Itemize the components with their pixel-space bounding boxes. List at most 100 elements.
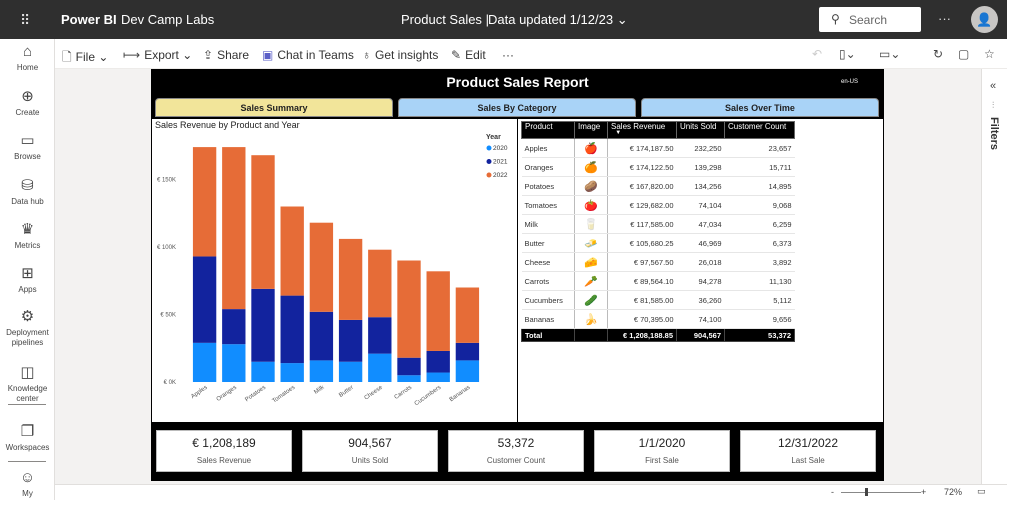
command-bar: 🗋 File ⌄ ⟼ Export ⌄ ⇪ Share ▣ Chat in Teams … (55, 39, 1007, 69)
potatoes-icon: 🥔 (574, 176, 608, 196)
workspace-name[interactable]: Dev Camp Labs (121, 12, 214, 27)
refresh-icon[interactable]: ↻ (933, 47, 943, 61)
nav-item-create[interactable]: ⊕ Create (0, 88, 55, 118)
units-cell: 26,018 (676, 252, 725, 272)
kpi-value: 1/1/2020 (638, 436, 686, 450)
product-table-panel: Product Image Sales Revenue ▼ Units Sold Cust… (518, 119, 883, 422)
customers-cell: 9,656 (724, 309, 795, 329)
kpi-card-first-sale[interactable]: 1/1/2020 First Sale (594, 430, 730, 472)
column-header-product[interactable]: Product (521, 121, 575, 139)
report-title[interactable]: Product Sales | (401, 12, 489, 27)
favorite-star-icon[interactable]: ☆ (984, 47, 995, 61)
lightbulb-icon: ♁ (362, 48, 371, 62)
table-row[interactable]: Milk 🥛 € 117,585.00 47,034 6,259 (521, 214, 795, 234)
tomatoes-icon: 🍅 (574, 195, 608, 215)
tab-sales-summary[interactable]: Sales Summary (155, 98, 393, 117)
bar-potatoes-2020 (251, 361, 275, 382)
sort-desc-icon[interactable]: ▼ (615, 130, 621, 136)
table-row[interactable]: Cucumbers 🥒 € 81,585.00 36,260 5,112 (521, 290, 795, 310)
revenue-chart[interactable]: Sales Revenue by Product and Year € 0K € … (152, 119, 517, 422)
product-table[interactable]: Product Image Sales Revenue ▼ Units Sold Cust… (521, 121, 795, 342)
product-cell: Oranges (521, 157, 575, 177)
nav-item-apps[interactable]: ⊞ Apps (0, 265, 55, 295)
chevrons-left-icon[interactable]: « (990, 80, 996, 92)
column-header-customer-count[interactable]: Customer Count (724, 121, 795, 139)
kpi-card-sales-revenue[interactable]: € 1,208,189 Sales Revenue (156, 430, 292, 472)
edit-button[interactable]: ✎ Edit (451, 48, 486, 62)
kpi-card-last-sale[interactable]: 12/31/2022 Last Sale (740, 430, 876, 472)
search-box[interactable]: ⚲ Search (819, 7, 921, 32)
kpi-value: 12/31/2022 (777, 436, 839, 450)
bookmark-icon[interactable]: ▯⌄ (839, 47, 856, 61)
nav-label: Workspaces (5, 443, 50, 452)
zoom-out-button[interactable]: - (831, 487, 834, 497)
table-row[interactable]: Bananas 🍌 € 70,395.00 74,100 9,656 (521, 309, 795, 329)
teams-icon: ▣ (262, 48, 274, 62)
report-header: Product Sales Report (446, 74, 589, 90)
table-row[interactable]: Apples 🍎 € 174,187.50 232,250 23,657 (521, 138, 795, 158)
zoom-in-button[interactable]: + (921, 487, 926, 497)
table-row[interactable]: Butter 🧈 € 105,680.25 46,969 6,373 (521, 233, 795, 253)
units-cell: 232,250 (676, 138, 725, 158)
get-insights-button[interactable]: ♁ Get insights (362, 48, 438, 62)
product-cell: Bananas (521, 309, 575, 329)
nav-item-deployment-pipelines[interactable]: ⚙ Deployment pipelines (0, 308, 55, 348)
column-header-sales-revenue[interactable]: Sales Revenue ▼ (607, 121, 677, 139)
nav-label: Home (16, 63, 39, 72)
nav-label: Create (15, 108, 40, 117)
table-row[interactable]: Cheese 🧀 € 97,567.50 26,018 3,892 (521, 252, 795, 272)
right-edge (1007, 0, 1030, 511)
table-row[interactable]: Oranges 🍊 € 174,122.50 139,298 15,711 (521, 157, 795, 177)
chevron-down-icon: ⌄ (98, 50, 109, 64)
zoom-slider[interactable] (841, 492, 921, 493)
x-tick-label: Carrots (394, 385, 414, 401)
browse-icon: ▭ (20, 132, 35, 149)
revenue-cell: € 174,122.50 (607, 157, 677, 177)
nav-item-data-hub[interactable]: ⛁ Data hub (0, 177, 55, 207)
x-tick-label: Butter (338, 385, 355, 399)
nav-item-browse[interactable]: ▭ Browse (0, 132, 55, 162)
filters-pane[interactable]: « ⫶ Filters (981, 69, 1007, 484)
nav-label: Deployment pipelines (6, 328, 49, 347)
x-tick-label: Cheese (364, 384, 385, 401)
comment-icon[interactable]: ▢ (958, 47, 969, 61)
units-cell: 46,969 (676, 233, 725, 253)
table-row[interactable]: Potatoes 🥔 € 167,820.00 134,256 14,895 (521, 176, 795, 196)
file-menu[interactable]: 🗋 File ⌄ (62, 48, 108, 69)
nav-item-metrics[interactable]: ♛ Metrics (0, 221, 55, 251)
person-icon[interactable]: 👤 (971, 6, 998, 33)
table-row[interactable]: Carrots 🥕 € 89,564.10 94,278 11,130 (521, 271, 795, 291)
data-updated-dropdown[interactable]: Data updated 1/12/23 ⌄ (488, 12, 628, 28)
kpi-card-units-sold[interactable]: 904,567 Units Sold (302, 430, 438, 472)
chat-in-teams-button[interactable]: ▣ Chat in Teams (262, 48, 354, 62)
nav-item-my[interactable]: ☺ My (0, 469, 55, 499)
product-cell: Apples (521, 138, 575, 158)
bar-apples-2020 (192, 342, 217, 382)
customers-cell: 3,892 (724, 252, 795, 272)
butter-icon: 🧈 (574, 233, 608, 253)
tab-sales-over-time[interactable]: Sales Over Time (641, 98, 879, 117)
more-commands-icon[interactable]: ··· (502, 48, 514, 62)
zoom-slider-thumb[interactable] (865, 488, 868, 496)
more-options-icon[interactable]: ··· (938, 11, 951, 26)
brand-name[interactable]: Power BI (61, 12, 117, 27)
nav-item-workspaces[interactable]: ❐ Workspaces (0, 423, 55, 453)
column-header-image[interactable]: Image (574, 121, 608, 139)
table-row[interactable]: Tomatoes 🍅 € 129,682.00 74,104 9,068 (521, 195, 795, 215)
tab-sales-by-category[interactable]: Sales By Category (398, 98, 636, 117)
fit-to-page-icon[interactable]: ▭ (977, 486, 986, 497)
export-icon: ⟼ (123, 48, 141, 62)
column-header-units-sold[interactable]: Units Sold (676, 121, 725, 139)
y-tick-label: € 0K (164, 380, 176, 386)
data-hub-icon: ⛁ (21, 177, 34, 194)
export-menu[interactable]: ⟼ Export ⌄ (123, 48, 192, 62)
nav-item-home[interactable]: ⌂ Home (0, 43, 55, 73)
waffle-icon[interactable]: ⠿ (20, 12, 30, 29)
share-button[interactable]: ⇪ Share (203, 48, 249, 62)
nav-label: Apps (18, 285, 37, 294)
nav-item-knowledge-center[interactable]: ◫ Knowledge center (0, 364, 55, 404)
cheese-icon: 🧀 (574, 252, 608, 272)
bar-bananas-2020 (455, 360, 480, 382)
view-icon[interactable]: ▭⌄ (879, 47, 900, 61)
kpi-card-customer-count[interactable]: 53,372 Customer Count (448, 430, 584, 472)
